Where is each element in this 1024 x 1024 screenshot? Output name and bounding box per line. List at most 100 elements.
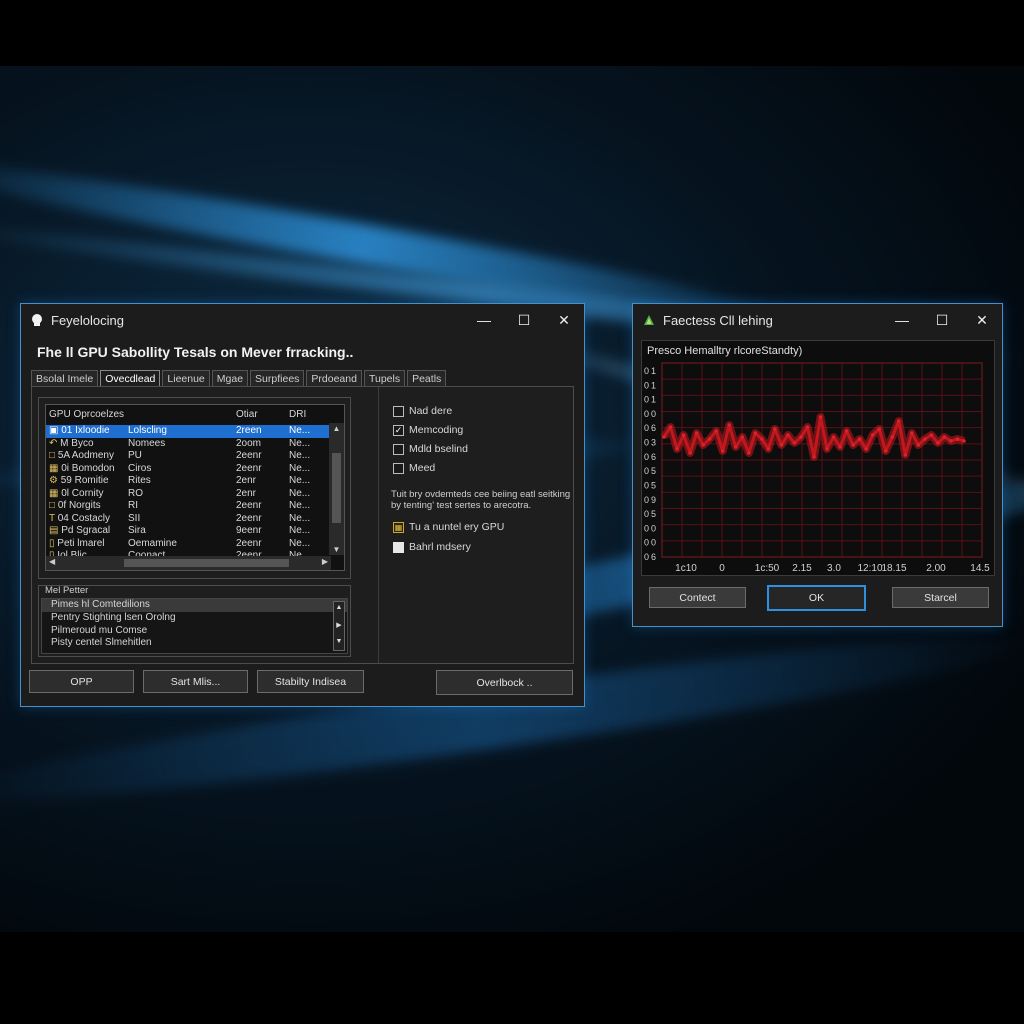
maximize-button[interactable]: ☐ bbox=[922, 304, 962, 336]
data-point bbox=[818, 415, 823, 419]
row-name: ▦ 0l Cornity bbox=[49, 488, 127, 501]
data-point bbox=[694, 431, 699, 435]
column-header-name[interactable]: GPU Oprcoelzes bbox=[49, 409, 124, 420]
scroll-thumb[interactable] bbox=[332, 453, 341, 523]
row-type: PU bbox=[128, 450, 142, 461]
contact-button[interactable]: Contect bbox=[649, 587, 746, 608]
tab-3[interactable]: Mgae bbox=[211, 370, 249, 387]
data-point bbox=[760, 437, 764, 441]
checkbox-icon[interactable] bbox=[393, 405, 404, 417]
scroll-left-arrow-icon[interactable]: ◀ bbox=[49, 557, 55, 566]
column-header-other[interactable]: Otiar bbox=[236, 409, 258, 420]
row-name: □ 5A Aodmeny bbox=[49, 450, 127, 463]
y-tick-prefix: 0 bbox=[644, 495, 649, 505]
tab-7[interactable]: Peatls bbox=[407, 370, 447, 387]
ok-button[interactable]: OK bbox=[767, 585, 866, 611]
data-point bbox=[779, 443, 784, 447]
table-row[interactable]: □ 5A Aodmeny PU 2eenr Ne... bbox=[46, 450, 329, 463]
details-item[interactable]: Pentry Stighting lsen Orolng bbox=[42, 612, 347, 625]
column-header-dri[interactable]: DRI bbox=[289, 409, 306, 420]
scroll-down-arrow-icon[interactable]: ▼ bbox=[334, 638, 344, 645]
y-tick-prefix: 0 bbox=[644, 423, 649, 433]
option-batch-mdsery[interactable]: Bahrl mdsery bbox=[393, 541, 471, 553]
tab-6[interactable]: Tupels bbox=[363, 370, 406, 387]
table-row[interactable]: ▯ Peti lmarel Oemamine 2eenr Ne... bbox=[46, 538, 329, 551]
tab-2[interactable]: Lieenue bbox=[162, 370, 210, 387]
stability-index-button[interactable]: Stabilty Indisea bbox=[257, 670, 364, 693]
data-point bbox=[805, 425, 810, 429]
y-tick-label: 0 bbox=[651, 538, 656, 548]
gpu-listbox[interactable]: GPU Oprcoelzes Otiar DRI ▣ 01 Ixloodie Lo… bbox=[45, 404, 345, 571]
data-point bbox=[714, 429, 718, 433]
option-label: Nad dere bbox=[409, 405, 453, 417]
tab-5[interactable]: Prdoeand bbox=[306, 370, 362, 387]
checkbox-checked-icon[interactable]: ✓ bbox=[393, 424, 404, 436]
opp-button[interactable]: OPP bbox=[29, 670, 134, 693]
table-row[interactable]: ▣ 01 Ixloodie Lolscling 2reen Ne... bbox=[46, 425, 329, 438]
list-vertical-scrollbar[interactable]: ▲ ▼ bbox=[329, 423, 344, 555]
data-point bbox=[688, 451, 692, 455]
data-point bbox=[766, 447, 771, 451]
hscroll-thumb[interactable] bbox=[124, 559, 289, 567]
maximize-button[interactable]: ☐ bbox=[504, 304, 544, 336]
y-tick-prefix: 0 bbox=[644, 452, 649, 462]
option-memcoding[interactable]: ✓ Memcoding bbox=[393, 424, 463, 436]
scroll-right-arrow-icon[interactable]: ▶ bbox=[334, 621, 344, 629]
row-extra: Ne... bbox=[289, 450, 311, 461]
row-name-text: M Byco bbox=[60, 437, 94, 449]
scroll-down-arrow-icon[interactable]: ▼ bbox=[329, 545, 344, 554]
details-item[interactable]: Pimes hl Comtedilions bbox=[42, 599, 347, 612]
y-tick-label: 5 bbox=[651, 480, 656, 490]
scroll-up-arrow-icon[interactable]: ▲ bbox=[329, 424, 344, 433]
row-type: Sira bbox=[128, 525, 146, 536]
option-nad-dere[interactable]: Nad dere bbox=[393, 405, 452, 417]
main-titlebar[interactable]: Feyelolocing — ☐ ✕ bbox=[21, 304, 584, 336]
y-tick-label: 3 bbox=[651, 438, 656, 448]
details-item[interactable]: Pisty centel Slmehitlen bbox=[42, 637, 347, 650]
data-point bbox=[890, 435, 895, 439]
overlock-button[interactable]: Overlbock .. bbox=[436, 670, 573, 695]
table-row[interactable]: ▦ 0l Cornity RO 2enr Ne... bbox=[46, 488, 329, 501]
option-gpu[interactable]: ▦ Tu a nuntel ery GPU bbox=[393, 521, 504, 533]
graph-titlebar[interactable]: Faectess Cll lehing — ☐ ✕ bbox=[633, 304, 1002, 336]
y-tick-prefix: 0 bbox=[644, 480, 649, 490]
tab-1[interactable]: Ovecdlead bbox=[100, 370, 161, 387]
cancel-button[interactable]: Starcel bbox=[892, 587, 989, 608]
data-point bbox=[825, 447, 829, 451]
table-row[interactable]: □ 0f Norgits RI 2eenr Ne... bbox=[46, 500, 329, 513]
table-row[interactable]: ▤ Pd Sgracal Sira 9eenr Ne... bbox=[46, 525, 329, 538]
checkbox-icon[interactable] bbox=[393, 443, 404, 455]
table-row[interactable]: ↶ M Byco Nomees 2oom Ne... bbox=[46, 438, 329, 451]
table-row[interactable]: ▦ 0i Bomodon Ciros 2eenr Ne... bbox=[46, 463, 329, 476]
tab-4[interactable]: Surpfiees bbox=[250, 370, 305, 387]
option-mdld-bselind[interactable]: Mdld bselind bbox=[393, 443, 468, 455]
data-point bbox=[786, 433, 790, 437]
data-point bbox=[903, 453, 908, 457]
details-item[interactable]: Pilmeroud mu Comse bbox=[42, 625, 347, 638]
close-button[interactable]: ✕ bbox=[962, 304, 1002, 336]
option-label: Mdld bselind bbox=[409, 443, 468, 455]
table-row[interactable]: T 04 Costacly SII 2eenr Ne... bbox=[46, 513, 329, 526]
gpu-icon[interactable]: ▦ bbox=[393, 521, 404, 533]
table-row[interactable]: ⚙ 59 Romitie Rites 2enr Ne... bbox=[46, 475, 329, 488]
row-name-text: Pd Sgracal bbox=[61, 525, 111, 536]
list-horizontal-scrollbar[interactable]: ◀ ▶ bbox=[46, 556, 331, 570]
minimize-button[interactable]: — bbox=[464, 304, 504, 336]
data-point bbox=[936, 441, 940, 445]
minimize-button[interactable]: — bbox=[882, 304, 922, 336]
start-button[interactable]: Sart Mlis... bbox=[143, 670, 248, 693]
scroll-up-arrow-icon[interactable]: ▲ bbox=[334, 604, 344, 611]
option-meed[interactable]: Meed bbox=[393, 462, 435, 474]
row-val: 2eenr bbox=[236, 512, 262, 524]
row-val: 2eenr bbox=[236, 462, 262, 474]
tab-0[interactable]: Bsolal Imele bbox=[31, 370, 99, 387]
checkbox-icon[interactable] bbox=[393, 462, 404, 474]
checkbox-filled-icon[interactable] bbox=[393, 541, 404, 553]
details-listbox[interactable]: Pimes hl Comtedilions Pentry Stighting l… bbox=[41, 598, 348, 654]
data-point bbox=[792, 441, 797, 445]
details-scrollbar[interactable]: ▲ ▶ ▼ bbox=[333, 601, 345, 651]
data-point bbox=[681, 433, 686, 437]
x-tick-label: 2.00 bbox=[926, 563, 946, 574]
scroll-right-arrow-icon[interactable]: ▶ bbox=[322, 557, 328, 566]
close-button[interactable]: ✕ bbox=[544, 304, 584, 336]
